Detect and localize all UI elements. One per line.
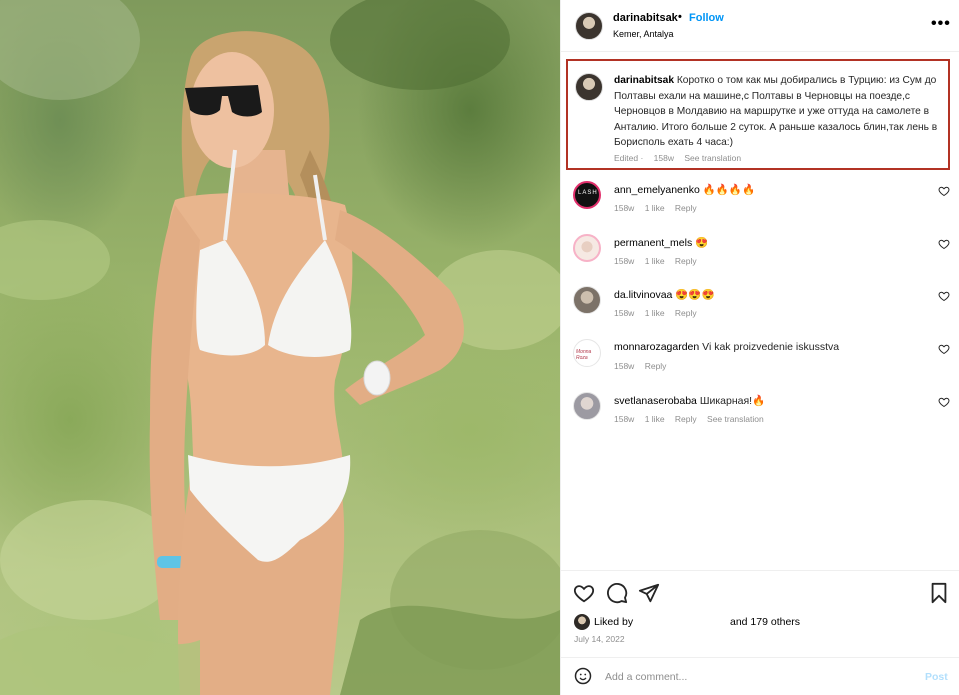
photo-illustration — [0, 0, 560, 695]
avatar-logo-text: LASH — [578, 190, 598, 196]
comment-age[interactable]: 158w — [614, 256, 634, 266]
post-location[interactable]: Kemer, Antalya — [613, 29, 674, 39]
caption-edited: Edited — [614, 153, 639, 163]
comment-item: permanent_mels 😍 158w 1 like Reply — [561, 234, 959, 284]
comment-line: monnarozagarden Vi kak proizvedenie isku… — [614, 341, 839, 353]
comment-meta: 158w 1 like Reply — [614, 256, 705, 266]
comment-text: 🔥🔥🔥🔥 — [702, 184, 756, 196]
comment-item: svetlanaserobaba Шикарная!🔥 158w 1 like … — [561, 392, 959, 442]
comment-username[interactable]: ann_emelyanenko — [614, 184, 700, 196]
liker-avatar[interactable] — [574, 614, 590, 630]
liked-by-label: Liked by — [594, 616, 634, 628]
reply-button[interactable]: Reply — [675, 308, 697, 318]
comment-meta: 158w 1 like Reply See translation — [614, 414, 772, 424]
heart-icon[interactable] — [938, 343, 950, 355]
comment-item: LASH ann_emelyanenko 🔥🔥🔥🔥 158w 1 like Re… — [561, 181, 959, 231]
save-bookmark-icon[interactable] — [928, 582, 950, 604]
comment-text: Vi kak proizvedenie iskusstva — [702, 341, 840, 353]
emoji-icon[interactable] — [574, 667, 592, 685]
comment-meta: 158w 1 like Reply — [614, 308, 705, 318]
reply-button[interactable]: Reply — [675, 203, 697, 213]
comment-line: permanent_mels 😍 — [614, 236, 708, 249]
commenter-avatar[interactable] — [573, 286, 601, 314]
commenter-avatar[interactable] — [573, 392, 601, 420]
post-detail-panel: darinabitsak • Follow Kemer, Antalya •••… — [560, 0, 959, 695]
comment-line: svetlanaserobaba Шикарная!🔥 — [614, 394, 765, 407]
avatar-logo-text: Monna Roza — [576, 349, 592, 361]
comment-likes[interactable]: 1 like — [645, 203, 665, 213]
reply-button[interactable]: Reply — [675, 414, 697, 424]
add-comment-input[interactable] — [605, 666, 905, 688]
comment-text: Шикарная!🔥 — [699, 395, 766, 407]
caption-author-avatar[interactable] — [575, 73, 603, 101]
comment-item: Monna Roza monnarozagarden Vi kak proizv… — [561, 339, 959, 389]
comment-line: da.litvinovaa 😍😍😍 — [614, 288, 715, 301]
caption-meta: Edited · 158w See translation — [614, 153, 742, 163]
comment-bubble-icon[interactable] — [606, 582, 628, 604]
comment-meta: 158w 1 like Reply — [614, 203, 705, 213]
comment-username[interactable]: permanent_mels — [614, 237, 692, 249]
comment-meta: 158w Reply — [614, 361, 674, 371]
commenter-avatar[interactable] — [573, 234, 601, 262]
header-separator: • — [678, 11, 682, 23]
more-options-icon[interactable]: ••• — [931, 15, 951, 33]
comment-likes[interactable]: 1 like — [645, 256, 665, 266]
caption-text: darinabitsak Коротко о том как мы добира… — [614, 73, 946, 151]
author-username[interactable]: darinabitsak — [613, 12, 678, 24]
post-header: darinabitsak • Follow Kemer, Antalya ••• — [561, 0, 959, 52]
post-photo — [0, 0, 560, 695]
comment-item: da.litvinovaa 😍😍😍 158w 1 like Reply — [561, 286, 959, 336]
like-heart-icon[interactable] — [573, 582, 595, 604]
likes-summary: Liked by and 179 others — [574, 614, 954, 632]
share-paper-plane-icon[interactable] — [638, 582, 660, 604]
heart-icon[interactable] — [938, 290, 950, 302]
comment-see-translation[interactable]: See translation — [707, 414, 764, 424]
reply-button[interactable]: Reply — [675, 256, 697, 266]
heart-icon[interactable] — [938, 185, 950, 197]
comment-username[interactable]: da.litvinovaa — [614, 289, 672, 301]
comment-likes[interactable]: 1 like — [645, 414, 665, 424]
likes-others-link[interactable]: and 179 others — [730, 616, 800, 628]
follow-button[interactable]: Follow — [689, 12, 724, 24]
post-actions — [561, 570, 959, 612]
comment-age[interactable]: 158w — [614, 414, 634, 424]
caption-see-translation[interactable]: See translation — [684, 153, 741, 163]
add-comment-bar: Post — [561, 657, 959, 695]
heart-icon[interactable] — [938, 396, 950, 408]
commenter-avatar[interactable]: Monna Roza — [573, 339, 601, 367]
comment-username[interactable]: svetlanaserobaba — [614, 395, 697, 407]
reply-button[interactable]: Reply — [645, 361, 667, 371]
commenter-avatar[interactable]: LASH — [573, 181, 601, 209]
caption-username[interactable]: darinabitsak — [614, 75, 674, 86]
comment-age[interactable]: 158w — [614, 308, 634, 318]
comment-line: ann_emelyanenko 🔥🔥🔥🔥 — [614, 183, 755, 196]
comment-age[interactable]: 158w — [614, 361, 634, 371]
comment-username[interactable]: monnarozagarden — [614, 341, 699, 353]
post-comment-button[interactable]: Post — [925, 671, 948, 683]
comment-text: 😍 — [695, 237, 709, 249]
heart-icon[interactable] — [938, 238, 950, 250]
comment-age[interactable]: 158w — [614, 203, 634, 213]
caption-highlight-box: darinabitsak Коротко о том как мы добира… — [566, 59, 950, 170]
author-avatar[interactable] — [575, 12, 603, 40]
comment-likes[interactable]: 1 like — [645, 308, 665, 318]
caption-age[interactable]: 158w — [654, 153, 674, 163]
comment-text: 😍😍😍 — [675, 289, 715, 301]
post-date[interactable]: July 14, 2022 — [574, 634, 625, 644]
